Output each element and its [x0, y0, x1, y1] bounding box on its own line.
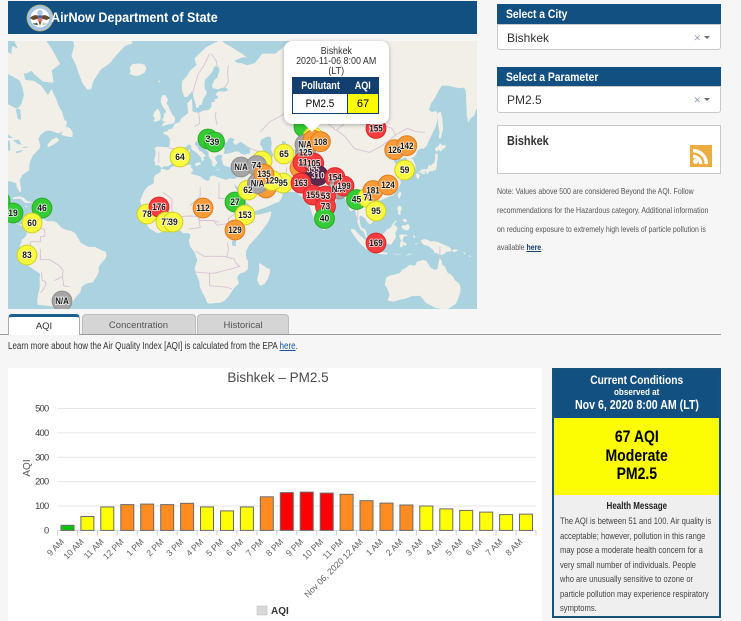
svg-text:2 AM: 2 AM	[384, 537, 405, 558]
svg-text:N/A: N/A	[298, 140, 312, 150]
svg-text:105: 105	[307, 158, 321, 168]
svg-text:46: 46	[37, 203, 47, 213]
svg-text:Bishkek – PM2.5: Bishkek – PM2.5	[227, 370, 328, 385]
svg-text:124: 124	[381, 180, 395, 190]
svg-text:163: 163	[294, 178, 308, 188]
svg-text:95: 95	[371, 206, 381, 216]
svg-text:83: 83	[22, 250, 32, 260]
svg-text:N/A: N/A	[251, 179, 265, 189]
svg-text:39: 39	[210, 137, 220, 147]
svg-text:45: 45	[352, 195, 362, 205]
svg-text:27: 27	[230, 197, 240, 207]
svg-text:8 AM: 8 AM	[503, 537, 524, 558]
svg-text:4 AM: 4 AM	[424, 537, 445, 558]
svg-text:N/A: N/A	[55, 296, 69, 306]
svg-text:3 AM: 3 AM	[404, 537, 425, 558]
svg-text:12 PM: 12 PM	[101, 537, 126, 562]
svg-text:100: 100	[35, 501, 49, 511]
svg-text:108: 108	[314, 137, 328, 147]
svg-text:53: 53	[321, 191, 331, 201]
svg-text:142: 142	[400, 141, 414, 151]
svg-text:400: 400	[35, 428, 49, 438]
svg-text:95: 95	[278, 178, 288, 188]
svg-text:59: 59	[400, 165, 410, 175]
svg-text:5 AM: 5 AM	[444, 537, 465, 558]
svg-text:N/A: N/A	[234, 162, 248, 172]
svg-text:10 PM: 10 PM	[300, 537, 325, 562]
svg-text:310: 310	[311, 171, 325, 181]
svg-text:40: 40	[320, 214, 330, 224]
svg-text:4 PM: 4 PM	[184, 537, 205, 558]
svg-text:1 AM: 1 AM	[364, 537, 385, 558]
svg-text:3 PM: 3 PM	[164, 537, 185, 558]
svg-text:AQI: AQI	[22, 459, 33, 476]
svg-text:AQI: AQI	[271, 606, 289, 617]
svg-text:39: 39	[168, 217, 178, 227]
svg-text:155: 155	[369, 124, 383, 134]
svg-text:78: 78	[142, 209, 152, 219]
svg-text:199: 199	[337, 181, 351, 191]
svg-text:112: 112	[196, 203, 210, 213]
svg-text:8 PM: 8 PM	[264, 537, 285, 558]
svg-text:73: 73	[321, 202, 331, 212]
svg-text:300: 300	[35, 452, 49, 462]
svg-text:6 AM: 6 AM	[464, 537, 485, 558]
svg-text:200: 200	[35, 477, 49, 487]
svg-text:7 AM: 7 AM	[483, 537, 504, 558]
svg-text:1 PM: 1 PM	[124, 537, 145, 558]
svg-text:6 PM: 6 PM	[224, 537, 245, 558]
svg-text:65: 65	[279, 149, 289, 159]
svg-text:11 AM: 11 AM	[82, 537, 106, 561]
svg-text:7 PM: 7 PM	[244, 537, 265, 558]
svg-text:19: 19	[8, 208, 18, 218]
svg-text:500: 500	[35, 404, 49, 414]
svg-text:60: 60	[27, 218, 37, 228]
svg-text:129: 129	[228, 225, 242, 235]
svg-text:176: 176	[152, 202, 166, 212]
svg-text:153: 153	[238, 210, 252, 220]
svg-text:155: 155	[306, 190, 320, 200]
svg-text:5 PM: 5 PM	[204, 537, 225, 558]
svg-text:2 PM: 2 PM	[144, 537, 165, 558]
svg-text:181: 181	[366, 186, 380, 196]
svg-text:10 AM: 10 AM	[61, 537, 85, 561]
svg-text:0: 0	[44, 525, 49, 535]
svg-text:169: 169	[369, 238, 383, 248]
svg-text:135: 135	[257, 169, 271, 179]
svg-text:64: 64	[175, 152, 185, 162]
